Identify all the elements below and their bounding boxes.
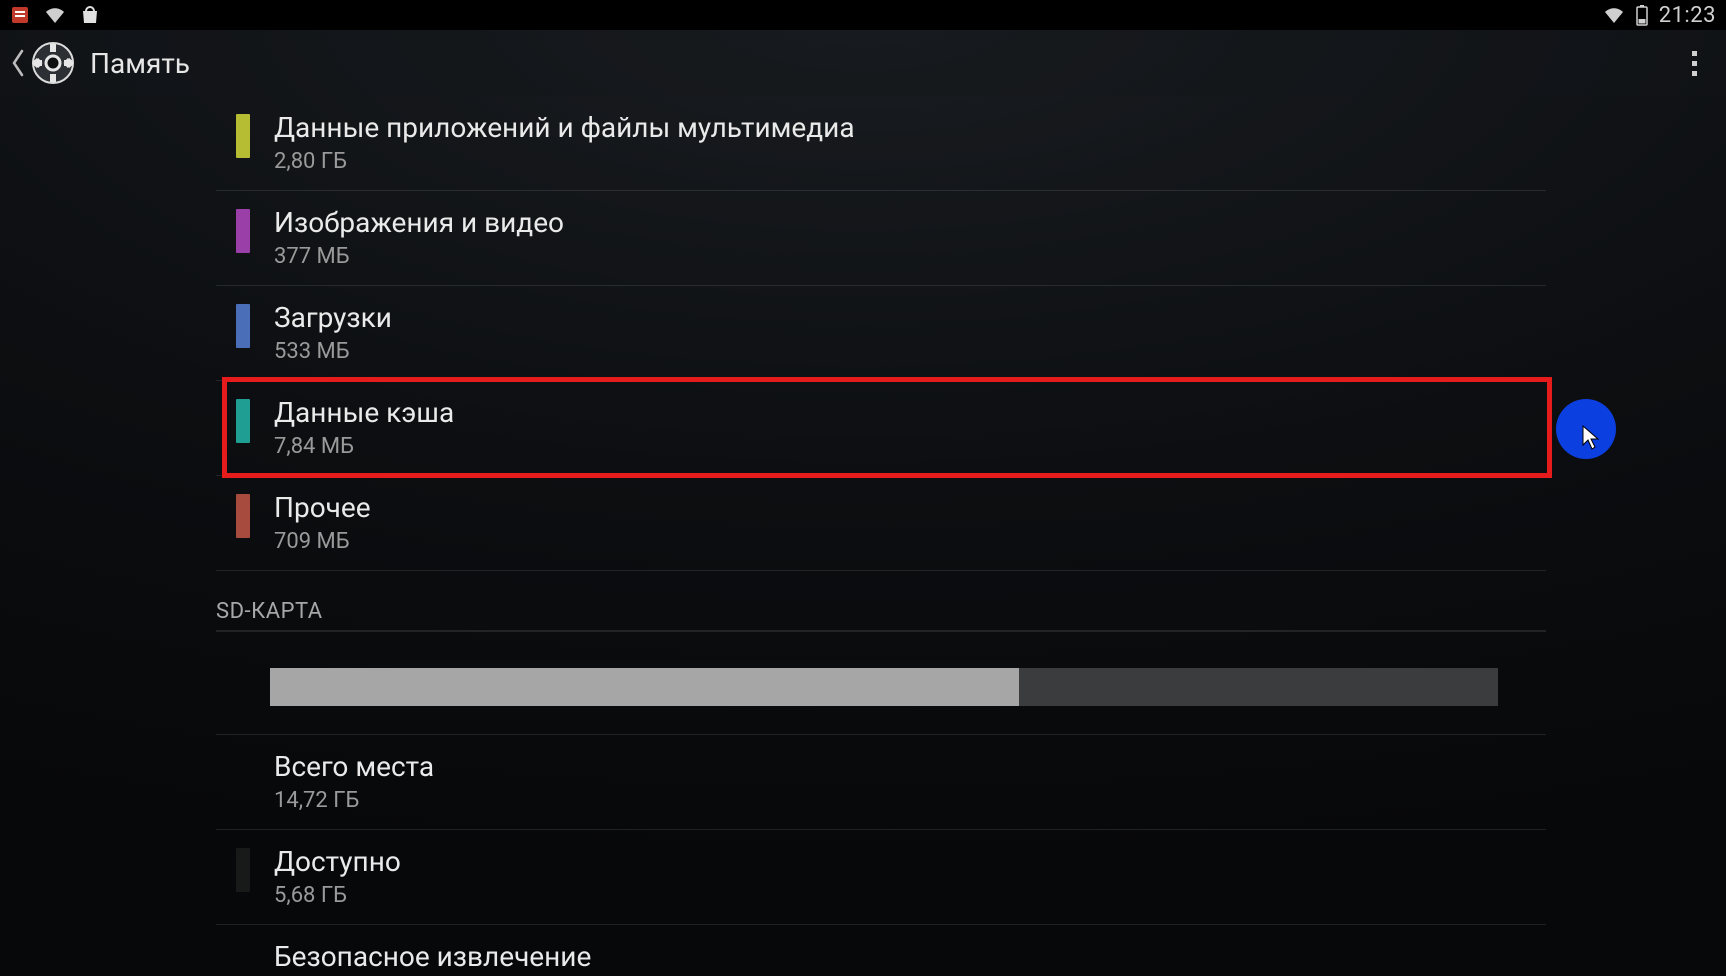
color-swatch-icon	[236, 209, 250, 253]
sd-usage-bar	[270, 668, 1498, 706]
page-title: Память	[90, 47, 190, 80]
color-swatch-icon	[236, 848, 250, 892]
sd-usage-bar-fill	[270, 668, 1019, 706]
status-right: 21:23	[1603, 3, 1716, 28]
row-title: Данные приложений и файлы мультимедиа	[274, 110, 1546, 145]
row-title: Прочее	[274, 490, 1546, 525]
cursor-indicator	[1556, 399, 1616, 459]
row-title: Загрузки	[274, 300, 1546, 335]
color-swatch-icon	[236, 114, 250, 158]
row-title: Безопасное извлечение	[274, 939, 1546, 974]
wifi-icon	[1603, 6, 1625, 24]
row-title: Всего места	[274, 749, 1546, 784]
content: Данные приложений и файлы мультимедиа 2,…	[0, 96, 1726, 976]
wifi-icon	[44, 6, 66, 24]
row-title: Доступно	[274, 844, 1546, 879]
sd-row-eject[interactable]: Безопасное извлечение Отключить внутр. U…	[216, 925, 1546, 976]
action-bar: Память	[0, 30, 1726, 96]
status-clock: 21:23	[1659, 3, 1716, 28]
back-button[interactable]	[8, 43, 28, 83]
row-size: 709 МБ	[274, 529, 1546, 554]
row-title: Изображения и видео	[274, 205, 1546, 240]
menu-dot-icon	[1692, 51, 1697, 56]
settings-icon[interactable]	[30, 40, 76, 86]
storage-row-downloads[interactable]: Загрузки 533 МБ	[216, 286, 1546, 381]
overflow-menu-button[interactable]	[1670, 39, 1718, 87]
row-size: 7,84 МБ	[274, 434, 1546, 459]
color-swatch-icon	[236, 399, 250, 443]
sd-row-total[interactable]: Всего места 14,72 ГБ	[216, 735, 1546, 830]
row-size: 5,68 ГБ	[274, 883, 1546, 908]
row-size: 14,72 ГБ	[274, 788, 1546, 813]
storage-row-misc[interactable]: Прочее 709 МБ	[216, 476, 1546, 571]
status-left	[10, 5, 100, 25]
row-size: 377 МБ	[274, 244, 1546, 269]
status-bar: 21:23	[0, 0, 1726, 30]
sd-usage-bar-row[interactable]	[216, 632, 1546, 735]
cursor-arrow-icon	[1582, 425, 1602, 451]
storage-row-images[interactable]: Изображения и видео 377 МБ	[216, 191, 1546, 286]
color-swatch-icon	[236, 304, 250, 348]
color-swatch-icon	[236, 494, 250, 538]
section-header-sd: SD-КАРТА	[216, 571, 1546, 632]
storage-list: Данные приложений и файлы мультимедиа 2,…	[216, 96, 1546, 976]
storage-row-cache[interactable]: Данные кэша 7,84 МБ	[216, 381, 1546, 476]
sd-row-available[interactable]: Доступно 5,68 ГБ	[216, 830, 1546, 925]
row-size: 2,80 ГБ	[274, 149, 1546, 174]
row-title: Данные кэша	[274, 395, 1546, 430]
row-size: 533 МБ	[274, 339, 1546, 364]
storage-row-apps[interactable]: Данные приложений и файлы мультимедиа 2,…	[216, 96, 1546, 191]
battery-icon	[1635, 4, 1649, 26]
menu-dot-icon	[1692, 71, 1697, 76]
shopping-bag-icon	[80, 5, 100, 25]
menu-dot-icon	[1692, 61, 1697, 66]
app-badge-icon	[10, 5, 30, 25]
